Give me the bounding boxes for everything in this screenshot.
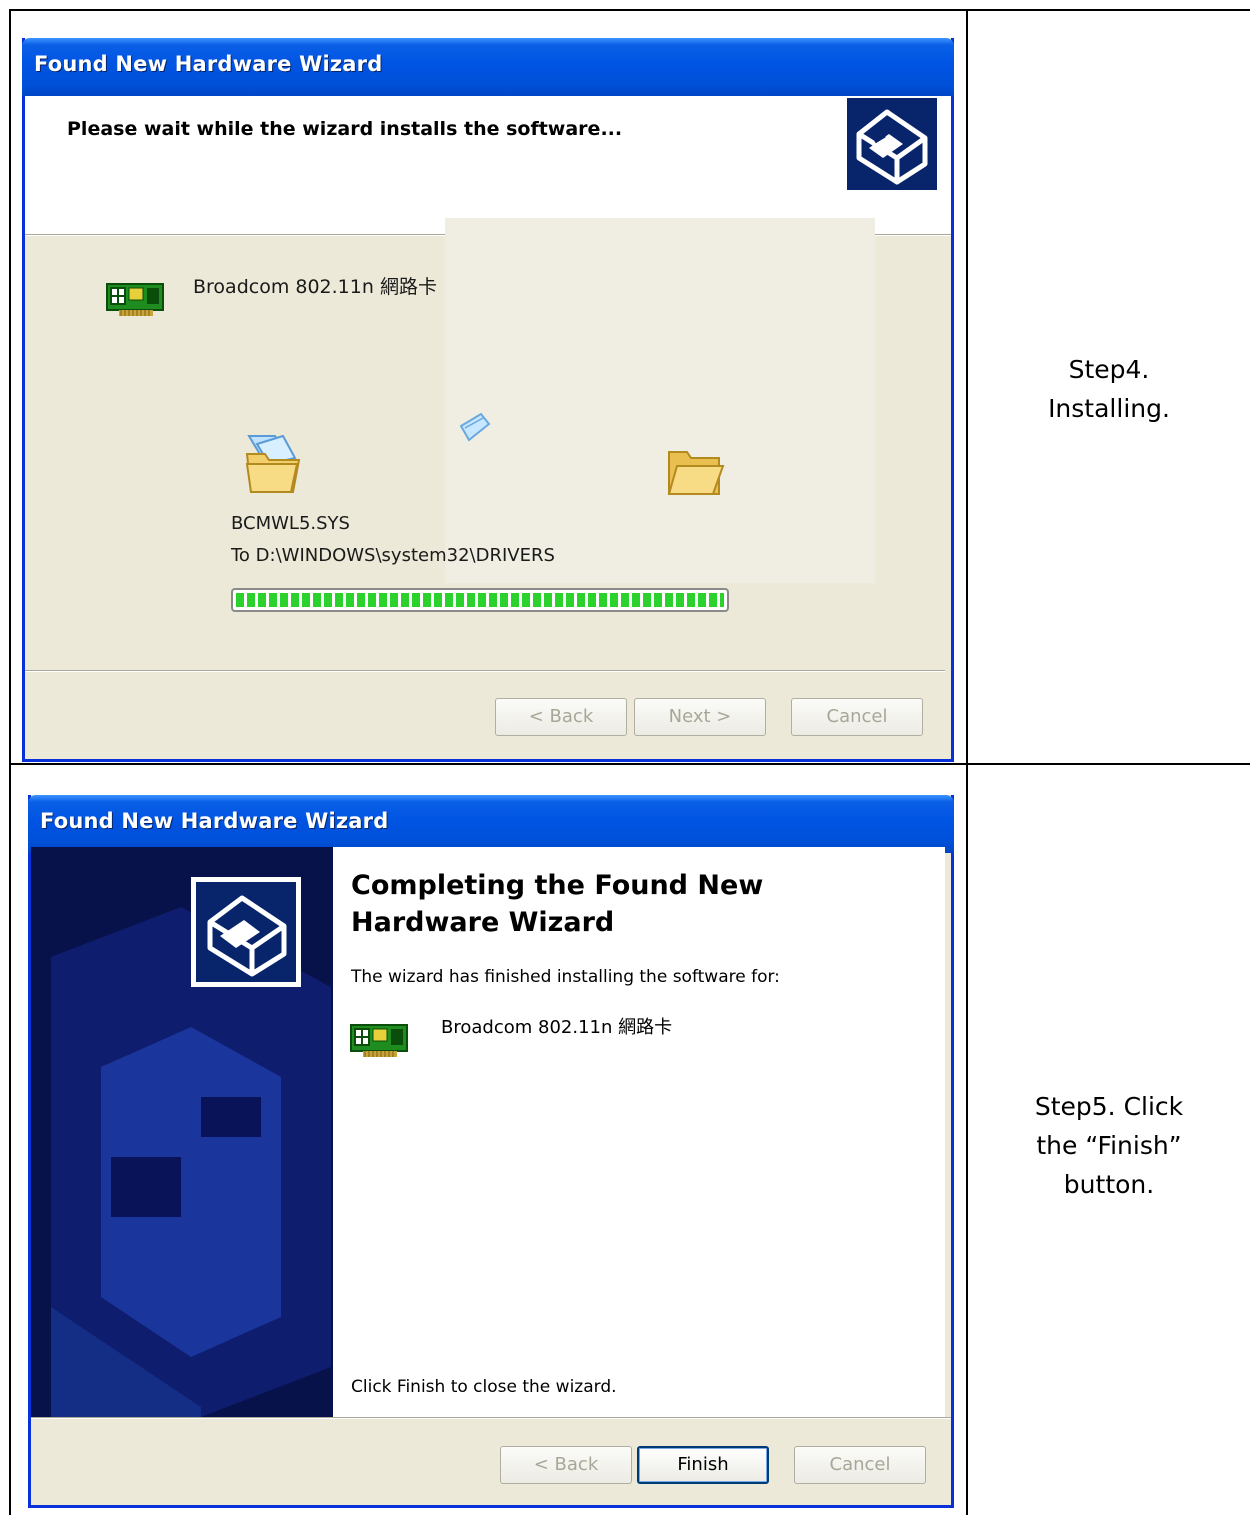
window-title: Found New Hardware Wizard (40, 809, 389, 833)
completing-wizard-window: Found New Hardware Wizard Completing the… (28, 795, 954, 1508)
header-text: Please wait while the wizard installs th… (67, 118, 623, 140)
installing-wizard-window: Found New Hardware Wizard Please wait wh… (22, 38, 954, 762)
footer-separator (25, 670, 945, 672)
animation-area (445, 218, 875, 583)
hardware-wizard-icon (847, 98, 937, 190)
device-name: Broadcom 802.11n 網路卡 (441, 1017, 673, 1038)
flying-paper-icon (455, 412, 493, 444)
cancel-button[interactable]: Cancel (794, 1446, 926, 1484)
cancel-button[interactable]: Cancel (791, 698, 923, 736)
step5-caption: Step5. Click the “Finish” button. (1034, 1092, 1184, 1199)
device-name: Broadcom 802.11n 網路卡 (193, 276, 437, 298)
network-card-icon (105, 278, 167, 320)
completion-heading: Completing the Found New Hardware Wizard (351, 870, 764, 938)
completion-panel: Completing the Found New Hardware Wizard… (333, 847, 945, 1417)
install-progress-bar (231, 588, 729, 612)
next-button[interactable]: Next > (634, 698, 766, 736)
title-bar[interactable]: Found New Hardware Wizard (22, 38, 954, 96)
finish-button[interactable]: Finish (637, 1446, 769, 1484)
footer-separator (31, 1417, 951, 1419)
title-bar[interactable]: Found New Hardware Wizard (28, 795, 954, 853)
copy-destination: To D:\WINDOWS\system32\DRIVERS (231, 545, 555, 566)
close-instruction: Click Finish to close the wizard. (351, 1377, 617, 1397)
folder-source-icon (243, 430, 303, 496)
folder-dest-icon (665, 448, 725, 498)
step4-caption: Step4. Installing. (1048, 355, 1170, 423)
back-button[interactable]: < Back (500, 1446, 632, 1484)
wizard-banner (31, 847, 333, 1417)
row-divider (9, 763, 1250, 765)
window-title: Found New Hardware Wizard (34, 52, 383, 76)
header-panel: Please wait while the wizard installs th… (25, 96, 951, 234)
network-card-icon (349, 1019, 411, 1061)
progress-fill (236, 593, 724, 607)
copy-file-name: BCMWL5.SYS (231, 513, 350, 534)
back-button[interactable]: < Back (495, 698, 627, 736)
hardware-wizard-icon (191, 877, 301, 987)
column-divider (966, 9, 968, 1515)
finished-text: The wizard has finished installing the s… (351, 967, 780, 987)
